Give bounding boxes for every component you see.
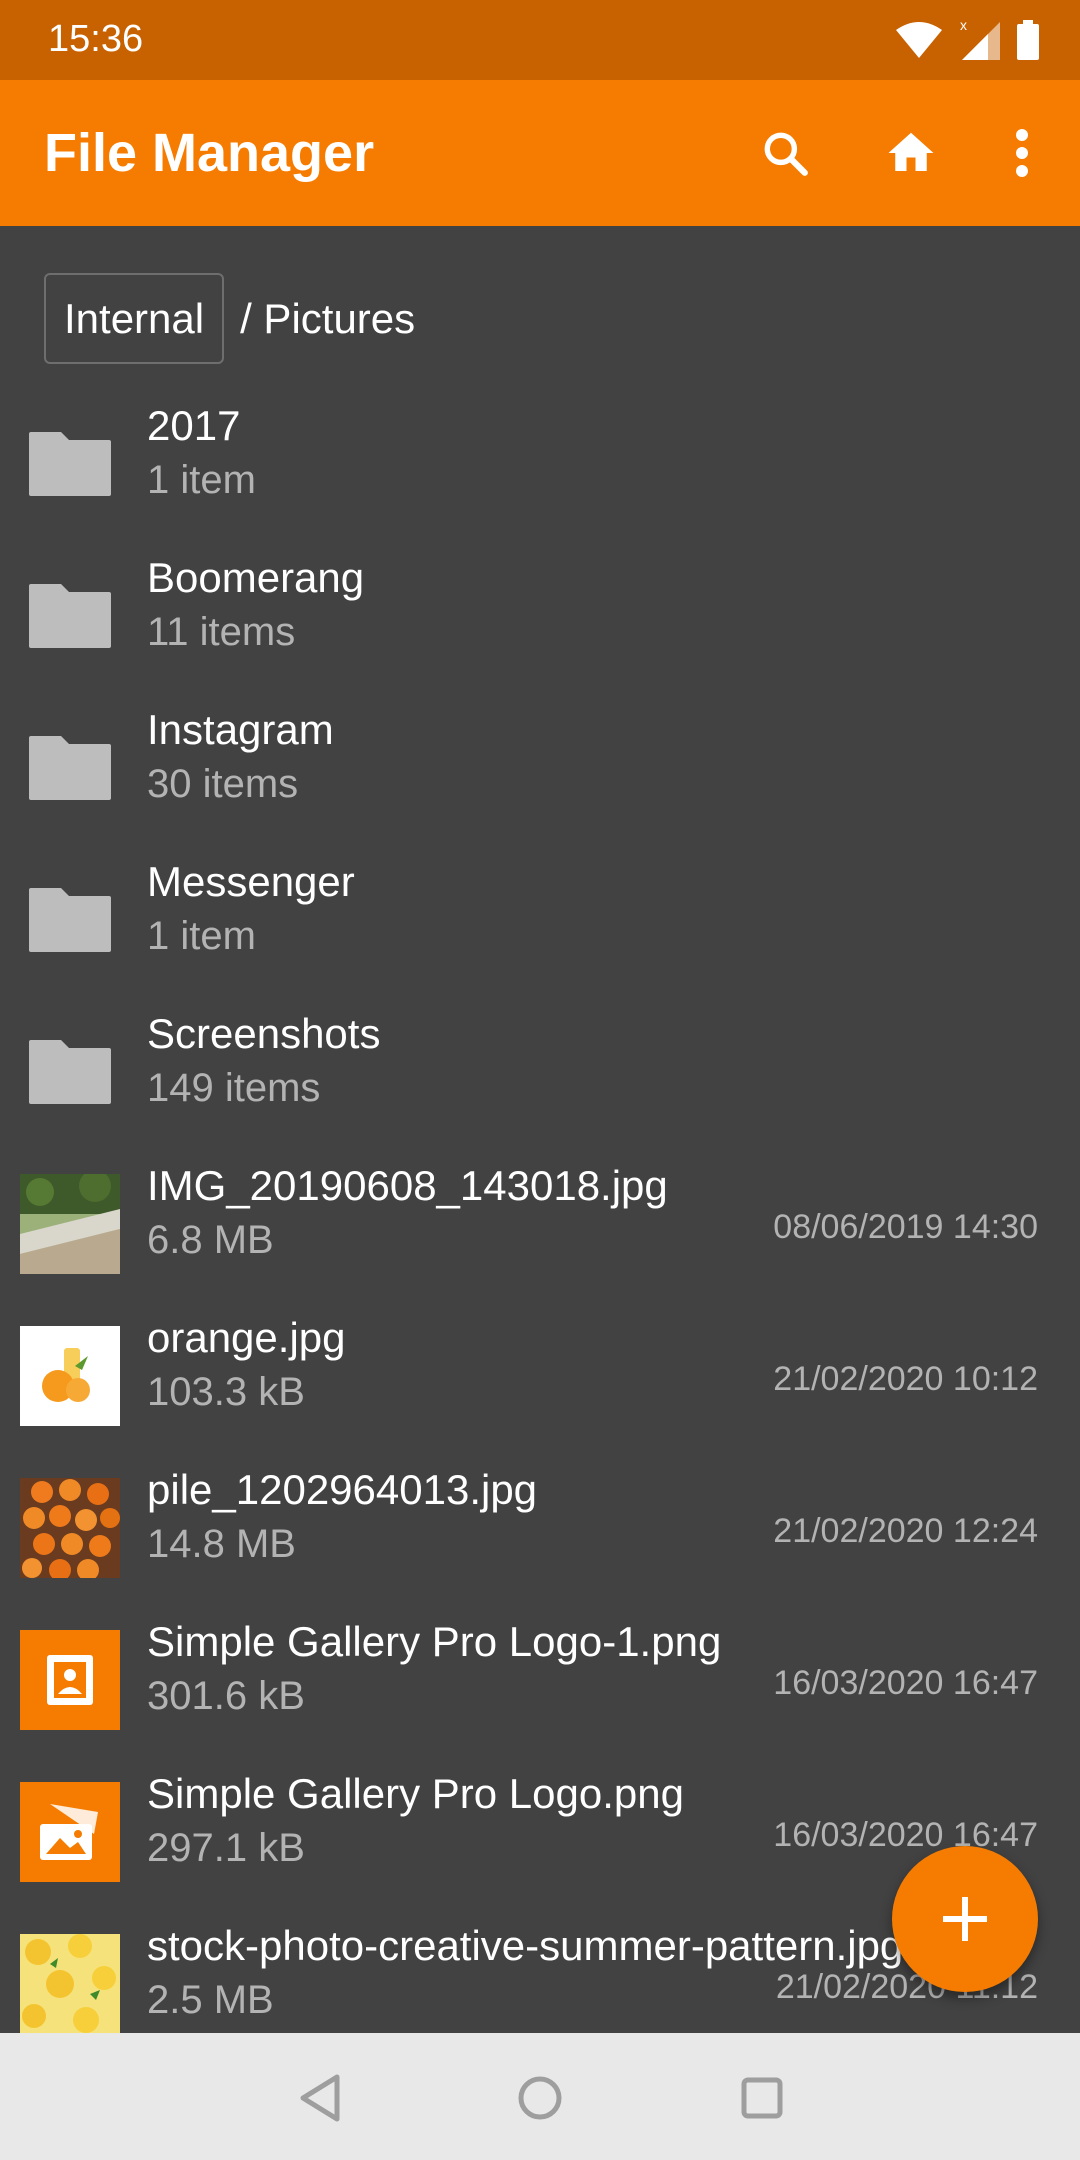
recents-square-icon (741, 2077, 783, 2119)
folder-item-count: 149 items (147, 1066, 321, 1110)
app-bar: File Manager (0, 80, 1080, 226)
photo-thumbnail (20, 1326, 120, 1426)
file-size: 2.5 MB (147, 1978, 274, 2022)
folder-icon (20, 566, 120, 666)
home-nav-button[interactable] (505, 2063, 575, 2133)
gallery-logo-thumbnail (20, 1782, 120, 1882)
file-row[interactable]: IMG_20190608_143018.jpg 6.8 MB 08/06/201… (0, 1148, 1080, 1300)
file-manager-screen: 15:36 x File Manager Internal / Pictures… (0, 0, 1080, 2160)
file-name: Simple Gallery Pro Logo-1.png (147, 1618, 722, 1665)
folder-row[interactable]: Instagram 30 items (0, 692, 1080, 844)
file-date: 21/02/2020 12:24 (773, 1512, 1038, 1550)
battery-icon (1017, 20, 1039, 60)
file-size: 301.6 kB (147, 1674, 305, 1718)
folder-icon (20, 1022, 120, 1122)
photo-thumbnail (20, 1174, 120, 1274)
recents-button[interactable] (727, 2063, 797, 2133)
folder-row[interactable]: 2017 1 item (0, 388, 1080, 540)
file-date: 16/03/2020 16:47 (773, 1664, 1038, 1702)
folder-name: Instagram (147, 706, 334, 753)
photo-thumbnail (20, 1478, 120, 1578)
photo-thumbnail (20, 1934, 120, 2033)
file-size: 103.3 kB (147, 1370, 305, 1414)
file-size: 6.8 MB (147, 1218, 274, 1262)
back-button[interactable] (285, 2063, 355, 2133)
plus-icon (943, 1897, 987, 1941)
folder-item-count: 1 item (147, 458, 256, 502)
folder-item-count: 11 items (147, 610, 296, 654)
app-title: File Manager (44, 123, 375, 183)
back-triangle-icon (300, 2074, 340, 2122)
folder-icon (20, 870, 120, 970)
file-row[interactable]: Simple Gallery Pro Logo-1.png 301.6 kB 1… (0, 1604, 1080, 1756)
search-button[interactable] (745, 113, 825, 193)
wifi-icon (896, 22, 942, 58)
folder-row[interactable]: Boomerang 11 items (0, 540, 1080, 692)
folder-row[interactable]: Screenshots 149 items (0, 996, 1080, 1148)
file-row[interactable]: pile_1202964013.jpg 14.8 MB 21/02/2020 1… (0, 1452, 1080, 1604)
add-button[interactable] (892, 1846, 1038, 1992)
folder-row[interactable]: Messenger 1 item (0, 844, 1080, 996)
file-row[interactable]: orange.jpg 103.3 kB 21/02/2020 10:12 (0, 1300, 1080, 1452)
svg-text:x: x (960, 18, 967, 33)
system-nav-bar (0, 2033, 1080, 2160)
file-name: Simple Gallery Pro Logo.png (147, 1770, 684, 1817)
file-list[interactable]: 2017 1 item Boomerang 11 items Instagram… (0, 388, 1080, 2033)
search-icon (764, 132, 808, 176)
cell-signal-icon: x (960, 18, 1000, 60)
status-icons: x (894, 16, 1040, 64)
home-icon (888, 132, 934, 171)
folder-name: 2017 (147, 402, 241, 449)
more-vert-icon (1016, 129, 1028, 177)
folder-name: Messenger (147, 858, 355, 905)
file-name: pile_1202964013.jpg (147, 1466, 538, 1513)
folder-item-count: 1 item (147, 914, 256, 958)
file-size: 14.8 MB (147, 1522, 296, 1566)
folder-icon (20, 718, 120, 818)
home-circle-icon (518, 2076, 562, 2120)
more-options-button[interactable] (982, 113, 1062, 193)
file-date: 16/03/2020 16:47 (773, 1816, 1038, 1854)
file-name: stock-photo-creative-summer-pattern.jpg (147, 1922, 904, 1969)
file-name: orange.jpg (147, 1314, 346, 1361)
file-name: IMG_20190608_143018.jpg (147, 1162, 668, 1209)
folder-name: Boomerang (147, 554, 365, 601)
status-time: 15:36 (48, 18, 144, 60)
home-button[interactable] (871, 113, 951, 193)
folder-icon (20, 414, 120, 514)
file-size: 297.1 kB (147, 1826, 305, 1870)
folder-name: Screenshots (147, 1010, 381, 1057)
status-bar: 15:36 x (0, 0, 1080, 80)
folder-item-count: 30 items (147, 762, 299, 806)
breadcrumb-internal[interactable]: Internal (44, 273, 225, 364)
breadcrumb-pictures[interactable]: / Pictures (240, 295, 415, 343)
file-date: 21/02/2020 10:12 (773, 1360, 1038, 1398)
breadcrumb: Internal / Pictures (44, 271, 415, 366)
gallery-logo-thumbnail (20, 1630, 120, 1730)
file-date: 08/06/2019 14:30 (773, 1208, 1038, 1246)
